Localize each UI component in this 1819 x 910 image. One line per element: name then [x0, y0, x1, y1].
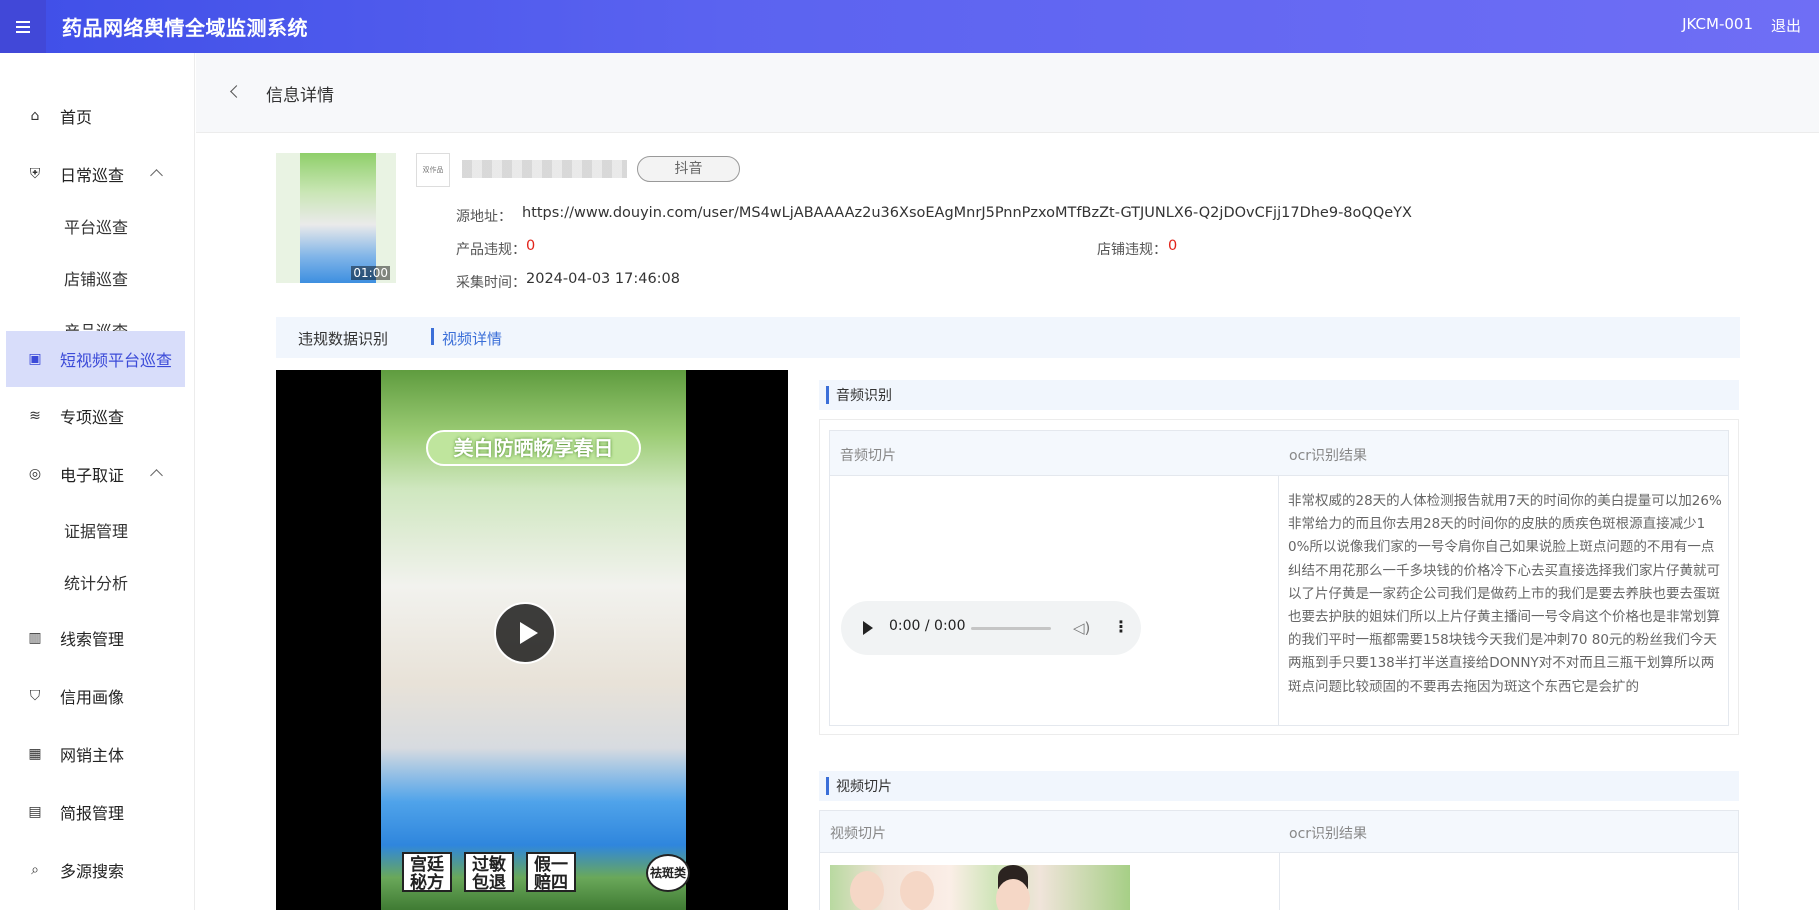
active-tab-indicator: [431, 328, 434, 345]
breadcrumb: 信息详情: [196, 53, 1819, 133]
tab-violation-data[interactable]: 违规数据识别: [298, 328, 388, 349]
audio-progress-slider[interactable]: [971, 627, 1051, 630]
sidebar-item-label: 多源搜索: [60, 862, 125, 881]
page-title: 信息详情: [266, 86, 334, 106]
section-marker: [826, 386, 829, 404]
video-stamp: 宫廷秘方: [402, 852, 452, 892]
chevron-up-icon: [150, 169, 163, 182]
tab-video-detail[interactable]: 视频详情: [442, 328, 502, 349]
main-content: 信息详情 01:00 双作品 抖音 源地址： https://www.douyi…: [196, 53, 1819, 910]
video-stamp: 过敏包退: [464, 852, 514, 892]
hamburger-icon: [16, 25, 30, 28]
face-image: [850, 871, 884, 910]
sidebar-item-label: 平台巡查: [64, 218, 129, 237]
sidebar-item-label: 日常巡查: [60, 166, 125, 185]
sidebar-item-label: 证据管理: [64, 522, 129, 541]
video-section-header: 视频切片: [819, 771, 1739, 801]
video-banner: 美白防晒畅享春日: [426, 430, 641, 466]
sidebar-item-label: 线索管理: [60, 630, 125, 649]
report-icon: ▤: [28, 804, 42, 820]
sidebar-item-credit-profile[interactable]: ⛉ 信用画像: [6, 669, 185, 723]
sidebar-item-label: 店铺巡查: [64, 270, 129, 289]
audio-play-icon[interactable]: [863, 621, 873, 635]
play-icon[interactable]: [494, 602, 556, 664]
product-violation-count: 0: [526, 238, 536, 254]
column-divider: [1279, 853, 1280, 910]
video-thumbnail[interactable]: 01:00: [276, 153, 396, 283]
sidebar-item-clue-management[interactable]: ▥ 线索管理: [6, 611, 185, 665]
sidebar-item-home[interactable]: ⌂ 首页: [6, 89, 185, 143]
video-table-header: 视频切片 ocr识别结果: [819, 810, 1739, 853]
column-header: ocr识别结果: [1289, 826, 1368, 842]
ocr-result-text: 非常权威的28天的人体检测报告就用7天的时间你的美白提量可以加26%非常给力的而…: [1288, 493, 1722, 695]
search-icon: ⌕: [31, 862, 39, 878]
credit-icon: ⛉: [29, 688, 41, 704]
account-name-blurred: [462, 160, 627, 178]
sidebar-item-online-sellers[interactable]: ▦ 网销主体: [6, 727, 185, 781]
collect-time-label: 采集时间：: [456, 275, 526, 291]
video-section-title: 视频切片: [836, 779, 892, 795]
logout-link[interactable]: 退出: [1771, 15, 1801, 36]
building-icon: ▦: [28, 746, 42, 762]
home-icon: ⌂: [30, 108, 40, 124]
platform-tag: 抖音: [637, 156, 740, 182]
sidebar-item-store-inspection[interactable]: 店铺巡查: [6, 251, 185, 305]
sidebar-item-briefing-management[interactable]: ▤ 简报管理: [6, 785, 185, 839]
sidebar-item-label: 专项巡查: [60, 408, 125, 427]
volume-icon[interactable]: ◁): [1073, 619, 1090, 637]
thumbnail-image: [300, 153, 376, 283]
sidebar-item-platform-inspection[interactable]: 平台巡查: [6, 199, 185, 253]
sidebar-item-label: 简报管理: [60, 804, 125, 823]
account-logo: 双作品: [416, 153, 450, 187]
sidebar-item-label: 统计分析: [64, 574, 129, 593]
sidebar-item-daily-inspection[interactable]: ⛨ 日常巡查: [6, 147, 185, 201]
video-badge: 祛斑类: [646, 854, 690, 892]
audio-section-title: 音频识别: [836, 388, 892, 404]
collect-time-value: 2024-04-03 17:46:08: [526, 271, 680, 287]
section-marker: [826, 777, 829, 795]
sidebar-item-evidence-management[interactable]: 证据管理: [6, 503, 185, 557]
sidebar-item-label: 信用画像: [60, 688, 125, 707]
sidebar-item-special-inspection[interactable]: ≋ 专项巡查: [6, 389, 185, 443]
user-code: JKCM-001: [1682, 15, 1753, 33]
sidebar-item-statistics[interactable]: 统计分析: [6, 555, 185, 609]
column-header: 音频切片: [840, 448, 896, 464]
sidebar-item-label: 网销主体: [60, 746, 125, 765]
menu-toggle-button[interactable]: [0, 0, 46, 53]
chevron-up-icon: [150, 469, 163, 482]
video-slice-thumbnail[interactable]: [830, 865, 1130, 910]
product-violation-label: 产品违规：: [456, 242, 526, 258]
audio-table-header: 音频切片 ocr识别结果: [829, 430, 1729, 476]
back-arrow-icon[interactable]: [230, 85, 243, 98]
video-player[interactable]: 美白防晒畅享春日 宫廷秘方 过敏包退 假一赔四 祛斑类: [276, 370, 788, 910]
clue-icon: ▥: [28, 630, 42, 646]
sidebar-item-label: 首页: [60, 108, 93, 127]
store-violation-label: 店铺违规：: [1097, 242, 1167, 258]
sidebar-item-label: 短视频平台巡查: [60, 351, 173, 370]
audio-time: 0:00 / 0:00: [889, 618, 966, 634]
source-url-label: 源地址：: [456, 209, 512, 225]
more-options-icon[interactable]: ⋮: [1113, 617, 1129, 636]
sidebar-item-short-video-inspection[interactable]: ▣ 短视频平台巡查: [6, 331, 185, 387]
sidebar-item-multi-source-search[interactable]: ⌕ 多源搜索: [6, 843, 185, 897]
app-title: 药品网络舆情全域监测系统: [62, 16, 308, 40]
store-violation-count: 0: [1168, 238, 1178, 254]
video-platform-icon: ▣: [28, 351, 42, 367]
sidebar-item-label: 电子取证: [60, 466, 125, 485]
detail-tabs: 违规数据识别 视频详情: [276, 317, 1740, 358]
evidence-icon: ◎: [28, 466, 42, 482]
top-header: 药品网络舆情全域监测系统 JKCM-001 退出: [0, 0, 1819, 53]
audio-section-header: 音频识别: [819, 380, 1739, 410]
shield-icon: ⛨: [29, 166, 41, 182]
column-header: ocr识别结果: [1289, 448, 1368, 464]
layers-icon: ≋: [29, 408, 41, 424]
sidebar: ⌂ 首页 ⛨ 日常巡查 平台巡查 店铺巡查 产品巡查 ▣ 短视频平台巡查 ≋ 专…: [0, 53, 195, 910]
source-url-link[interactable]: https://www.douyin.com/user/MS4wLjABAAAA…: [522, 205, 1412, 221]
video-stamp: 假一赔四: [526, 852, 576, 892]
thumbnail-duration: 01:00: [351, 266, 390, 280]
column-header: 视频切片: [830, 826, 886, 842]
audio-player[interactable]: 0:00 / 0:00 ◁) ⋮: [841, 601, 1141, 655]
face-image: [900, 871, 934, 910]
sidebar-item-e-evidence[interactable]: ◎ 电子取证: [6, 447, 185, 501]
